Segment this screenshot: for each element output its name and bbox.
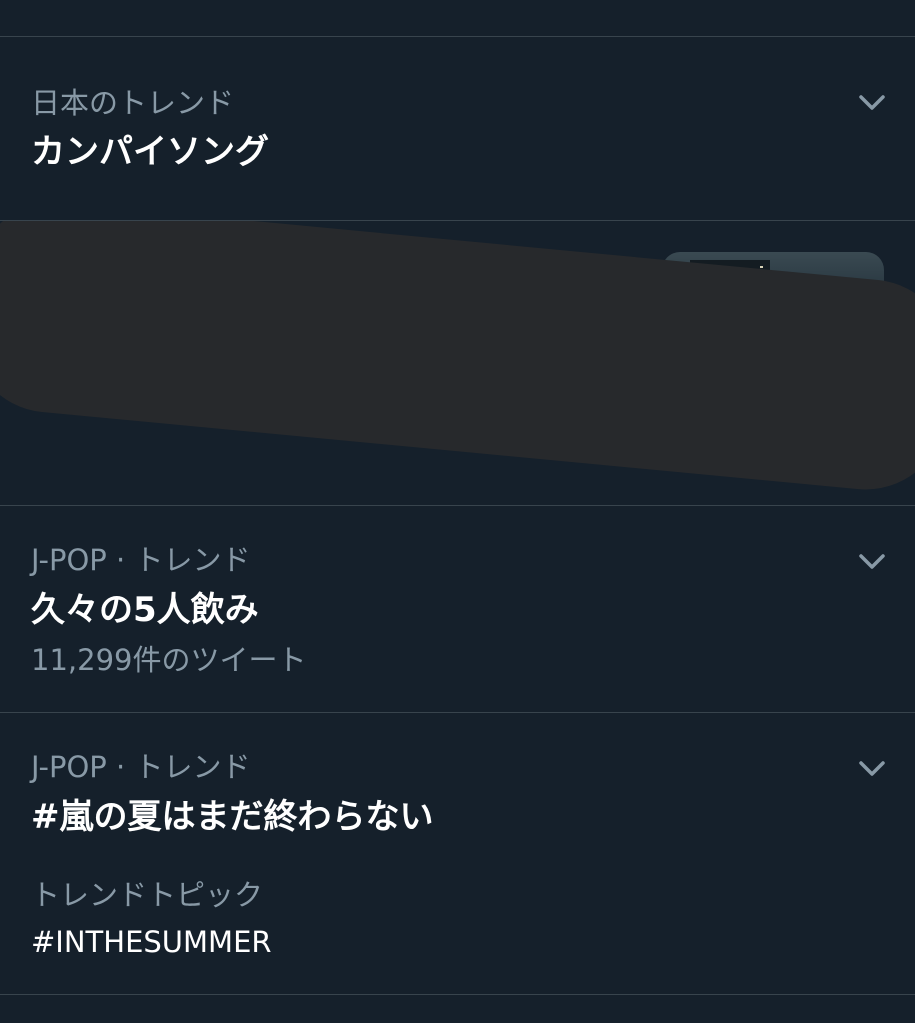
trend-context: J-POP · トレンド: [31, 543, 251, 577]
divider: [0, 994, 915, 995]
trend-item[interactable]: J-POP · トレンド #嵐の夏はまだ終わらない トレンドトピック #INTH…: [0, 713, 915, 993]
trend-title: #嵐の夏はまだ終わらない: [31, 797, 434, 837]
redacted-promoted-item: [0, 221, 915, 505]
trend-topic-link[interactable]: #INTHESUMMER: [31, 924, 272, 960]
trend-item[interactable]: J-POP · トレンド 久々の5人飲み 11,299件のツイート: [0, 506, 915, 712]
trend-topic-label: トレンドトピック: [31, 878, 264, 912]
explore-trends-screen: 日本のトレンド カンパイソング J-POP · トレンド 久々の5人飲み 11,…: [0, 0, 915, 1023]
trend-title: カンパイソング: [31, 132, 269, 172]
trend-context: J-POP · トレンド: [31, 750, 251, 784]
trend-item[interactable]: 日本のトレンド カンパイソング: [0, 37, 915, 220]
trend-title: 久々の5人飲み: [31, 590, 259, 630]
chevron-down-icon[interactable]: [852, 546, 892, 576]
trend-context: 日本のトレンド: [31, 86, 235, 120]
chevron-down-icon[interactable]: [852, 753, 892, 783]
tweet-count: 11,299件のツイート: [31, 643, 307, 677]
chevron-down-icon[interactable]: [852, 87, 892, 117]
